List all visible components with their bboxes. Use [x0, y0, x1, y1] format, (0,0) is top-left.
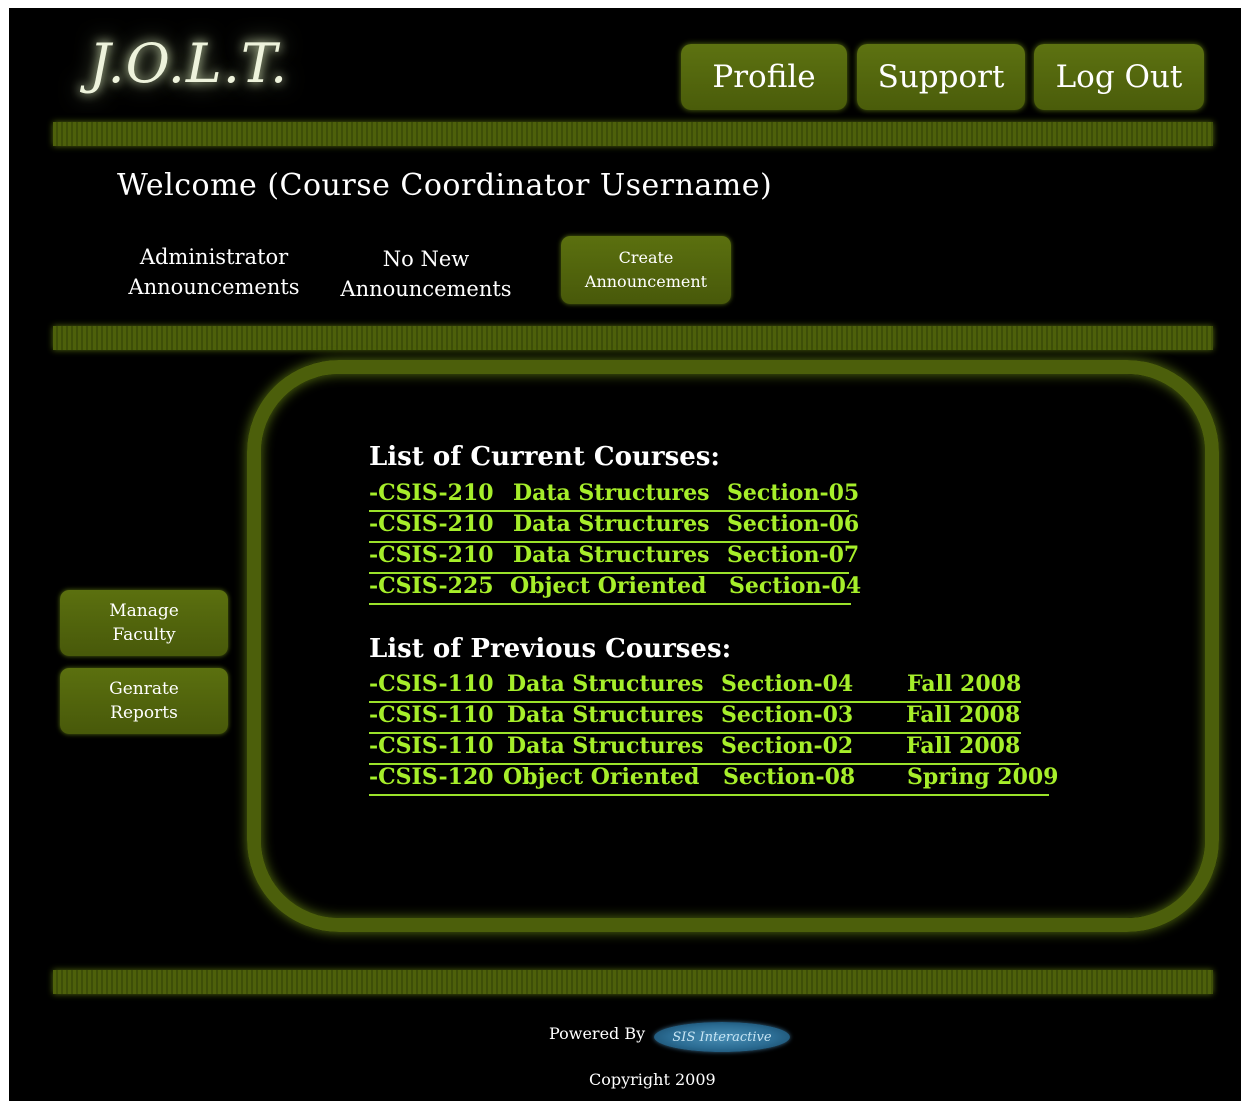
support-button[interactable]: Support	[857, 44, 1025, 110]
course-name: Data Structures	[513, 511, 710, 537]
previous-course-row[interactable]: -CSIS-110 Data Structures Section-03 Fal…	[369, 702, 1021, 734]
course-name: Data Structures	[513, 542, 710, 568]
admin-announcements-line1: Administrator	[139, 245, 289, 269]
current-course-row[interactable]: -CSIS-210 Data Structures Section-06	[369, 511, 859, 543]
log-out-button[interactable]: Log Out	[1034, 44, 1204, 110]
previous-course-row[interactable]: -CSIS-120 Object Oriented Section-08 Spr…	[369, 764, 1059, 796]
powered-by-label: Powered By	[549, 1024, 646, 1043]
course-term: Fall 2008	[906, 702, 1021, 728]
course-section: Section-04	[721, 671, 854, 697]
manage-faculty-line2: Faculty	[112, 625, 176, 645]
course-name: Data Structures	[507, 733, 704, 759]
course-code: -CSIS-210	[369, 480, 494, 506]
footer-divider	[53, 970, 1213, 994]
sis-logo-text: SIS Interactive	[672, 1029, 772, 1045]
course-code: -CSIS-225	[369, 573, 494, 599]
course-code: -CSIS-110	[369, 671, 494, 697]
previous-course-row[interactable]: -CSIS-110 Data Structures Section-02 Fal…	[369, 733, 1021, 765]
previous-course-row[interactable]: -CSIS-110 Data Structures Section-04 Fal…	[369, 671, 1021, 703]
course-name: Data Structures	[507, 702, 704, 728]
course-name: Data Structures	[513, 480, 710, 506]
app-frame: J.O.L.T. Profile Support Log Out Welcome…	[9, 8, 1241, 1101]
course-code: -CSIS-210	[369, 511, 494, 537]
admin-announcements-line2: Announcements	[128, 275, 300, 299]
course-section: Section-08	[723, 764, 856, 790]
generate-reports-button[interactable]: Genrate Reports	[60, 668, 228, 734]
course-section: Section-04	[729, 573, 862, 599]
course-code: -CSIS-210	[369, 542, 494, 568]
administrator-announcements-link[interactable]: Administrator Announcements	[119, 242, 309, 302]
header-divider	[53, 122, 1213, 146]
sis-interactive-logo[interactable]: SIS Interactive	[654, 1022, 790, 1052]
create-announcement-line1: Create	[618, 248, 674, 267]
course-section: Section-02	[721, 733, 854, 759]
current-course-row[interactable]: -CSIS-210 Data Structures Section-05	[369, 480, 859, 512]
course-section: Section-06	[727, 511, 860, 537]
course-name: Object Oriented	[510, 573, 707, 599]
previous-courses-title: List of Previous Courses:	[369, 634, 732, 664]
course-section: Section-05	[727, 480, 860, 506]
copyright-text: Copyright 2009	[589, 1070, 716, 1089]
generate-reports-line2: Reports	[110, 703, 178, 723]
profile-button[interactable]: Profile	[681, 44, 847, 110]
announcements-status-line1: No New	[382, 247, 470, 271]
current-course-row[interactable]: -CSIS-210 Data Structures Section-07	[369, 542, 859, 574]
create-announcement-line2: Announcement	[584, 272, 708, 291]
course-name: Data Structures	[507, 671, 704, 697]
course-term: Fall 2008	[906, 733, 1021, 759]
generate-reports-line1: Genrate	[109, 679, 179, 699]
course-term: Spring 2009	[907, 764, 1059, 790]
create-announcement-button[interactable]: Create Announcement	[561, 236, 731, 304]
announcements-divider	[53, 326, 1213, 350]
current-courses-title: List of Current Courses:	[369, 442, 720, 472]
course-section: Section-03	[721, 702, 854, 728]
course-term: Fall 2008	[907, 671, 1022, 697]
announcements-status-line2: Announcements	[340, 277, 512, 301]
jolt-logo[interactable]: J.O.L.T.	[89, 32, 288, 95]
manage-faculty-button[interactable]: Manage Faculty	[60, 590, 228, 656]
course-code: -CSIS-120	[369, 764, 494, 790]
course-code: -CSIS-110	[369, 702, 494, 728]
manage-faculty-line1: Manage	[109, 601, 179, 621]
current-course-row[interactable]: -CSIS-225 Object Oriented Section-04	[369, 573, 861, 605]
course-section: Section-07	[727, 542, 860, 568]
course-code: -CSIS-110	[369, 733, 494, 759]
welcome-heading: Welcome (Course Coordinator Username)	[117, 168, 773, 203]
course-name: Object Oriented	[503, 764, 700, 790]
announcements-status: No New Announcements	[331, 244, 521, 304]
